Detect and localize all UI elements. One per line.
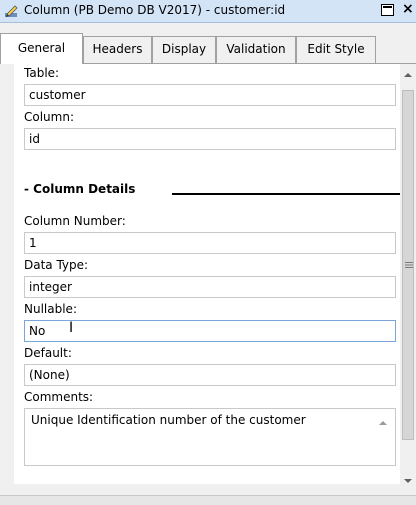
comments-field[interactable]: Unique Identification number of the cust… xyxy=(24,408,396,466)
default-field[interactable]: (None) xyxy=(24,364,396,386)
text-cursor-icon: I xyxy=(69,320,74,336)
general-panel: Table: customer Column: id - Column Deta… xyxy=(14,64,400,484)
close-icon[interactable]: × xyxy=(402,1,414,17)
column-number-field[interactable]: 1 xyxy=(24,232,396,254)
tab-validation[interactable]: Validation xyxy=(216,36,296,63)
pencil-icon xyxy=(5,5,18,17)
tab-display[interactable]: Display xyxy=(152,36,216,63)
window-title: Column (PB Demo DB V2017) - customer:id xyxy=(24,3,286,17)
chevron-up-icon[interactable] xyxy=(403,70,413,80)
tab-headers[interactable]: Headers xyxy=(83,36,152,63)
column-number-label: Column Number: xyxy=(24,214,126,228)
column-properties-window: Column (PB Demo DB V2017) - customer:id … xyxy=(0,0,416,505)
chevron-up-icon[interactable] xyxy=(377,417,389,429)
column-label: Column: xyxy=(24,110,74,124)
tab-edit-style[interactable]: Edit Style xyxy=(296,36,376,63)
data-type-label: Data Type: xyxy=(24,258,89,272)
table-label: Table: xyxy=(24,66,60,80)
comments-text: Unique Identification number of the cust… xyxy=(31,413,306,427)
scrollbar-thumb[interactable] xyxy=(402,90,414,440)
table-field[interactable]: customer xyxy=(24,84,396,106)
grip-icon xyxy=(405,262,413,268)
nullable-label: Nullable: xyxy=(24,302,77,316)
default-label: Default: xyxy=(24,346,72,360)
tab-general[interactable]: General xyxy=(0,33,83,64)
column-details-heading: - Column Details xyxy=(24,182,136,196)
section-divider xyxy=(172,193,400,195)
nullable-field[interactable]: No xyxy=(24,320,396,342)
column-field[interactable]: id xyxy=(24,128,396,150)
comments-label: Comments: xyxy=(24,390,94,404)
chevron-down-icon[interactable] xyxy=(403,476,413,486)
vertical-scrollbar[interactable] xyxy=(400,64,416,496)
restore-icon[interactable] xyxy=(381,4,394,16)
data-type-field[interactable]: integer xyxy=(24,276,396,298)
title-bar[interactable]: Column (PB Demo DB V2017) - customer:id … xyxy=(0,0,416,23)
